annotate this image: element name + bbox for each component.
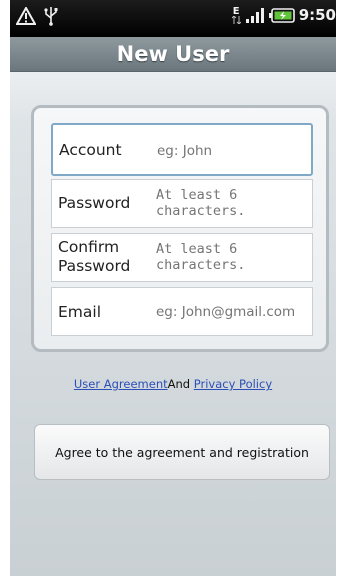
usb-icon (44, 7, 58, 26)
network-data-icon: E (231, 5, 241, 24)
registration-form: Account Password Confirm Password Email (31, 105, 329, 352)
password-label: Password (58, 194, 131, 212)
account-label: Account (59, 141, 122, 159)
clock: 9:50 (298, 6, 336, 24)
status-right-icons: E 9:50 (231, 5, 336, 24)
signal-icon (245, 8, 264, 23)
page-title: New User (116, 42, 230, 66)
confirm-password-input[interactable] (156, 241, 308, 275)
password-row: Password (51, 179, 313, 228)
confirm-password-label: Confirm Password (58, 238, 131, 275)
user-agreement-link[interactable]: User Agreement (74, 377, 168, 391)
and-text: And (167, 377, 191, 391)
email-label: Email (58, 303, 102, 321)
password-input[interactable] (156, 187, 308, 221)
battery-icon (268, 7, 295, 23)
account-row: Account (51, 123, 313, 176)
agreement-links: User AgreementAnd Privacy Policy (10, 377, 336, 391)
agree-register-button[interactable]: Agree to the agreement and registration (34, 424, 330, 480)
phone-screen: E 9:50 New User Account eg: John Passwor… (10, 0, 336, 576)
confirm-password-row: Confirm Password (51, 233, 313, 282)
title-bar: New User (10, 37, 336, 72)
alert-icon (16, 7, 36, 25)
status-left-icons (16, 6, 58, 26)
privacy-policy-link[interactable]: Privacy Policy (194, 377, 272, 391)
email-row: Email (51, 287, 313, 336)
account-input[interactable] (157, 143, 307, 159)
status-bar: E 9:50 (10, 0, 336, 37)
agree-register-label: Agree to the agreement and registration (55, 444, 309, 460)
email-input[interactable] (156, 304, 308, 320)
network-type-label: E (232, 5, 240, 17)
